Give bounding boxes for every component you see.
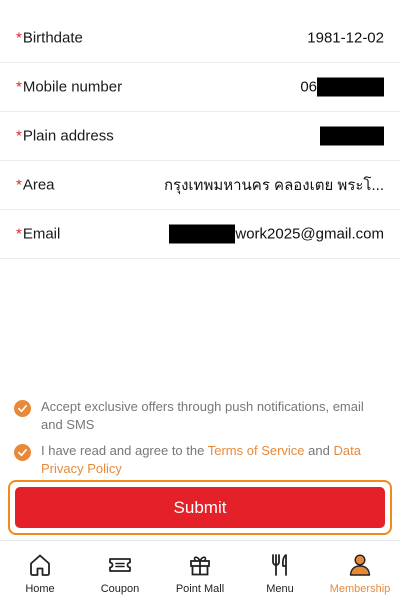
tab-label: Coupon	[100, 583, 140, 595]
required-mark: *	[16, 225, 22, 243]
birthdate-value[interactable]: 1981-12-02	[307, 30, 384, 47]
address-value[interactable]	[320, 126, 384, 146]
home-icon	[30, 554, 50, 576]
terms-consent-text: I have read and agree to the Terms of Se…	[41, 443, 361, 476]
gift-icon	[190, 556, 210, 576]
tab-coupon[interactable]: Coupon	[80, 541, 160, 600]
submit-highlight: Submit	[8, 480, 392, 535]
tab-label: Point Mall	[175, 583, 225, 595]
required-mark: *	[16, 29, 22, 47]
address-label: *Plain address	[16, 127, 114, 145]
birthdate-label: *Birthdate	[16, 29, 83, 47]
submit-button[interactable]: Submit	[15, 487, 385, 528]
birthdate-row[interactable]: *Birthdate 1981-12-02	[0, 14, 400, 63]
required-mark: *	[16, 127, 22, 145]
email-label: *Email	[16, 225, 61, 243]
coupon-icon	[109, 558, 131, 572]
offers-checkbox[interactable]	[14, 400, 31, 417]
tab-label: Home	[25, 583, 55, 595]
tab-menu[interactable]: Menu	[240, 541, 320, 600]
person-icon	[349, 554, 371, 576]
terms-of-service-link[interactable]: Terms of Service	[208, 443, 305, 458]
mobile-label: *Mobile number	[16, 78, 123, 96]
redacted-block	[317, 77, 384, 97]
email-value[interactable]: work2025@gmail.com	[169, 224, 384, 244]
tab-membership[interactable]: Membership	[320, 541, 400, 600]
offers-consent-text: Accept exclusive offers through push not…	[41, 399, 364, 432]
address-row[interactable]: *Plain address	[0, 112, 400, 161]
checkmark-icon	[18, 448, 27, 457]
tab-label: Menu	[266, 583, 294, 595]
bottom-tab-bar: Home Coupon Point Mall Menu Membership	[0, 540, 400, 600]
consents: Accept exclusive offers through push not…	[14, 398, 386, 486]
required-mark: *	[16, 176, 22, 194]
redacted-block	[169, 224, 236, 244]
tab-label: Membership	[329, 583, 391, 595]
area-row[interactable]: *Area กรุงเทพมหานคร คลองเตย พระโ...	[0, 161, 400, 210]
tab-point-mall[interactable]: Point Mall	[160, 541, 240, 600]
terms-checkbox[interactable]	[14, 444, 31, 461]
tab-home[interactable]: Home	[0, 541, 80, 600]
redacted-block	[320, 126, 384, 146]
terms-consent[interactable]: I have read and agree to the Terms of Se…	[14, 442, 386, 478]
profile-form: *Birthdate 1981-12-02 *Mobile number 06 …	[0, 0, 400, 259]
email-row[interactable]: *Email work2025@gmail.com	[0, 210, 400, 259]
checkmark-icon	[18, 404, 27, 413]
mobile-value[interactable]: 06	[300, 77, 384, 97]
offers-consent[interactable]: Accept exclusive offers through push not…	[14, 398, 386, 434]
mobile-row[interactable]: *Mobile number 06	[0, 63, 400, 112]
area-value[interactable]: กรุงเทพมหานคร คลองเตย พระโ...	[164, 173, 384, 197]
required-mark: *	[16, 78, 22, 96]
area-label: *Area	[16, 176, 55, 194]
form-top-spacer	[0, 0, 400, 14]
utensils-icon	[272, 554, 287, 576]
